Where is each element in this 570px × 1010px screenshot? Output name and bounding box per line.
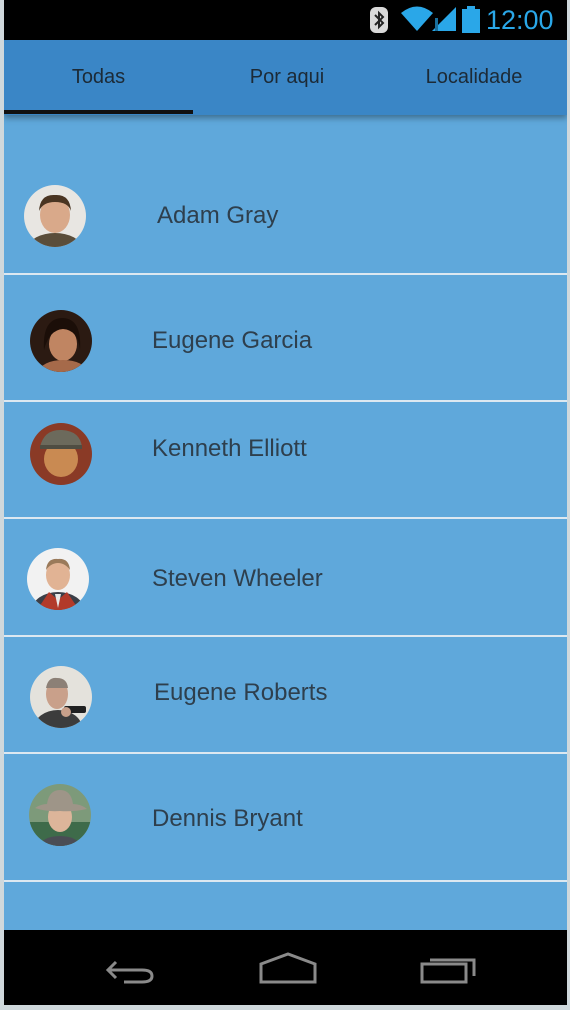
list-item[interactable]: Eugene Garcia [4, 275, 567, 402]
tab-por-aqui[interactable]: Por aqui [193, 40, 381, 115]
contact-name: Eugene Roberts [154, 679, 328, 706]
navigation-bar [4, 930, 567, 1005]
home-icon[interactable] [258, 948, 318, 988]
contact-name: Dennis Bryant [152, 805, 303, 832]
wifi-icon [401, 6, 433, 31]
list-item[interactable]: Dennis Bryant [4, 754, 567, 882]
list-item[interactable]: Eugene Roberts [4, 637, 567, 754]
avatar [29, 784, 91, 846]
list-item[interactable]: Kenneth Elliott [4, 402, 567, 519]
contact-name: Steven Wheeler [152, 565, 323, 592]
divider [4, 880, 567, 882]
tab-bar: Todas Por aqui Localidade [4, 40, 567, 115]
tab-selected-indicator [4, 110, 193, 114]
signal-icon [432, 7, 456, 31]
status-clock: 12:00 [486, 5, 554, 35]
avatar [30, 666, 92, 728]
contact-list[interactable]: Adam Gray Eugene Garcia Kenneth Elliott … [4, 115, 567, 930]
avatar [24, 185, 86, 247]
tab-localidade[interactable]: Localidade [381, 40, 567, 115]
list-item[interactable]: Steven Wheeler [4, 519, 567, 637]
back-icon[interactable] [102, 948, 158, 988]
tab-todas[interactable]: Todas [4, 40, 193, 115]
battery-icon [462, 6, 480, 33]
list-item[interactable]: Adam Gray [4, 159, 567, 275]
avatar [27, 548, 89, 610]
contact-name: Eugene Garcia [152, 327, 313, 354]
avatar [30, 310, 92, 372]
recents-icon[interactable] [418, 948, 478, 988]
contact-name: Kenneth Elliott [152, 435, 307, 462]
status-bar: 12:00 [4, 0, 567, 40]
contact-name: Adam Gray [157, 202, 279, 229]
bluetooth-icon [370, 7, 388, 33]
avatar [30, 423, 92, 485]
phone-screen: 12:00 Todas Por aqui Localidade Adam Gra… [4, 0, 567, 1005]
